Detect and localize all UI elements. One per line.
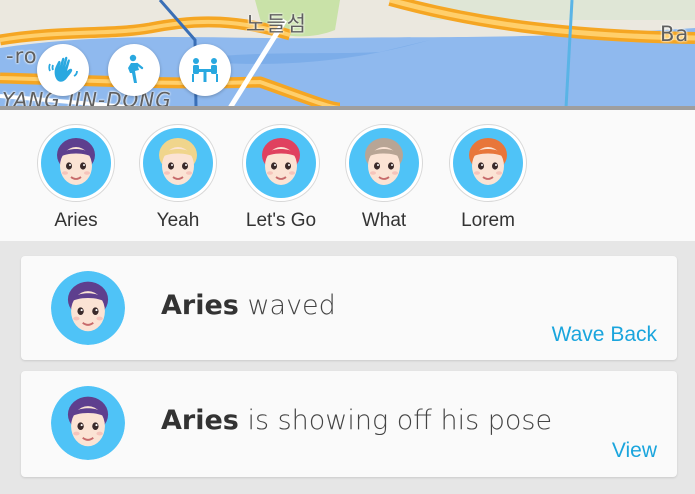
map-label-road: -ro [6,44,38,68]
friend-name: What [361,210,407,231]
avatar [143,128,213,198]
hangout-action-button[interactable] [179,44,231,96]
notification-user[interactable]: Aries [161,290,239,321]
avatar [246,128,316,198]
avatar [41,128,111,198]
friend-yeah[interactable]: Yeah [133,124,223,232]
notification-message: Aries is showing off his pose [161,405,552,436]
notification-text: waved [238,290,336,321]
pose-action-button[interactable] [108,44,160,96]
friend-avatar-ring [242,124,320,202]
avatar [51,271,125,345]
notification-text: is showing off his pose [238,405,553,436]
wave-hand-icon [48,56,78,82]
avatar [349,128,419,198]
friend-avatar-ring [139,124,217,202]
map-label-island: 노들섬 [246,12,307,36]
friend-name: Lorem [461,210,515,231]
friend-avatar-ring [345,124,423,202]
friend-avatar-ring [449,124,527,202]
map-view[interactable]: -ro 노들섬 YANG JIN-DONG Ba [0,0,695,108]
notification-user[interactable]: Aries [161,405,239,436]
friend-lorem[interactable]: Lorem [443,124,533,232]
notification-card-pose: Aries is showing off his pose View [21,371,677,477]
friend-name: Yeah [156,210,200,231]
wave-action-button[interactable] [37,44,89,96]
notification-message: Aries waved [161,290,336,321]
pose-figure-icon [128,54,144,83]
table-chairs-icon [192,58,218,82]
map-label-edge: Ba [660,22,690,46]
friend-aries[interactable]: Aries [31,124,121,232]
avatar [453,128,523,198]
friend-name: Aries [54,210,98,231]
friends-bar: Aries Yeah Let's Go What Lorem [0,110,695,241]
notification-card-wave: Aries waved Wave Back [21,256,677,360]
friend-name: Let's Go [245,210,317,231]
view-button[interactable]: View [612,439,657,463]
avatar [51,386,125,460]
friend-what[interactable]: What [339,124,429,232]
friend-lets-go[interactable]: Let's Go [236,124,326,232]
friend-avatar-ring [37,124,115,202]
wave-back-button[interactable]: Wave Back [552,323,657,347]
